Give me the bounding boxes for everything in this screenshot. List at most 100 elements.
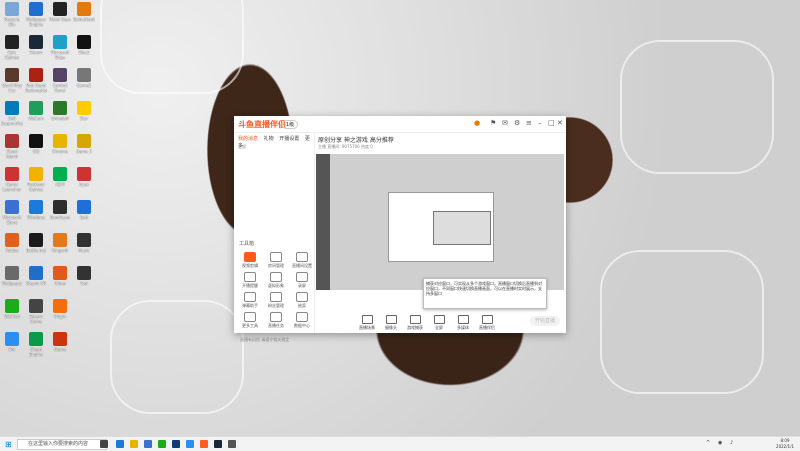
desktop-icon[interactable]: WeCom — [25, 101, 47, 129]
desktop-icon[interactable]: Black — [73, 35, 95, 63]
app-titlebar[interactable]: 斗鱼直播伴侣 1级 ● ⚑ ✉ ⚙ ≡ – □ ✕ — [234, 116, 566, 133]
toolbox-item[interactable]: 开播提醒 — [238, 272, 262, 289]
desktop-icon[interactable]: Wallpaper — [1, 266, 23, 294]
room-title[interactable]: 原创分享 神之游戏 高分推荐 — [318, 135, 394, 144]
desktop-icon[interactable]: Windows — [25, 200, 47, 228]
task-view-icon[interactable] — [100, 440, 108, 448]
desktop-icon[interactable]: Apex — [73, 167, 95, 195]
desktop-icon[interactable]: Adobe — [1, 233, 23, 261]
wechat-icon[interactable] — [158, 440, 166, 448]
desktop-icon[interactable]: Control Panel — [49, 68, 71, 96]
toolbox-item[interactable]: 直播间设置 — [290, 252, 314, 269]
desktop-icon[interactable]: Wallpaper Engine — [25, 2, 47, 30]
level-badge[interactable]: 1级 — [282, 120, 299, 129]
toolbox-item[interactable]: 粉丝管理 — [264, 292, 288, 309]
media-button[interactable]: 多媒体 — [450, 315, 476, 331]
toolbox-item[interactable]: 抽奖 — [290, 292, 314, 309]
stream-preview[interactable] — [316, 154, 564, 290]
desktop-icon[interactable]: Game2 — [73, 68, 95, 96]
fullscreen-button[interactable]: 全屏 — [426, 315, 452, 331]
desktop-icon[interactable]: BaiduNetdisk — [73, 2, 95, 30]
desktop-icon[interactable]: Music — [73, 233, 95, 261]
desktop-icon[interactable]: Game Launcher — [1, 167, 23, 195]
desktop-icon-label: Origin — [53, 314, 67, 319]
tab-gifts[interactable]: 礼物 — [264, 136, 274, 142]
app-icon — [5, 332, 19, 346]
desktop-icon[interactable]: Soft — [73, 200, 95, 228]
companion-button[interactable]: 直播伴侣 — [474, 315, 500, 331]
desktop-icon[interactable]: Uninstall — [49, 101, 71, 129]
fullscreen-label: 全屏 — [435, 325, 443, 330]
toolbox-item[interactable]: 视频剪辑 — [238, 252, 262, 269]
desktop-icon[interactable]: Tool — [73, 266, 95, 294]
mail-icon[interactable]: ✉ — [502, 119, 508, 127]
desktop-icon[interactable]: Devil May Cry — [1, 68, 23, 96]
tab-settings[interactable]: 开播设置 — [279, 136, 299, 142]
network-icon[interactable]: ◉ — [718, 440, 722, 446]
tray-arrow-icon[interactable]: ^ — [706, 440, 710, 446]
toolbox-item[interactable]: 直播任务 — [264, 312, 288, 329]
desktop-icon[interactable]: Recycle Bin — [1, 2, 23, 30]
file-explorer-icon[interactable] — [130, 440, 138, 448]
edge-icon[interactable] — [116, 440, 124, 448]
desktop-icon[interactable]: Bot — [1, 332, 23, 360]
word-icon[interactable] — [172, 440, 180, 448]
message-filter[interactable]: 全部 — [238, 144, 246, 150]
desktop-icon[interactable]: Microsoft Edge — [49, 35, 71, 63]
desktop-icon[interactable]: Star — [73, 101, 95, 129]
app-icon[interactable] — [228, 440, 236, 448]
steam-icon[interactable] — [214, 440, 222, 448]
maximize-button[interactable]: □ — [548, 119, 555, 127]
desktop-icon[interactable]: QQ — [25, 134, 47, 162]
desktop-icon[interactable]: Red Dead Redemption — [25, 68, 47, 96]
desktop-icon[interactable]: Rockstar Games — [25, 167, 47, 195]
toolbox-item[interactable]: 虚拟形象 — [264, 272, 288, 289]
settings-icon[interactable]: ⚙ — [514, 119, 520, 127]
desktop-icon[interactable]: Steam — [25, 35, 47, 63]
desktop-icon[interactable]: Video — [49, 266, 71, 294]
desktop-icon[interactable]: Chrome — [49, 134, 71, 162]
desktop-icon[interactable]: Steam Game — [25, 299, 47, 327]
tab-messages[interactable]: 我的消息 — [238, 136, 258, 142]
desktop-icon[interactable]: iQIYI — [49, 167, 71, 195]
browser-icon[interactable] — [186, 440, 194, 448]
game-capture-button[interactable]: 游戏捕获 — [402, 315, 428, 331]
toolbox-item[interactable]: 房间管理 — [264, 252, 288, 269]
minimize-button[interactable]: – — [538, 119, 542, 127]
nested-preview-window — [388, 192, 494, 262]
close-button[interactable]: ✕ — [557, 119, 563, 127]
desktop-icon[interactable]: Microsoft Store — [1, 200, 23, 228]
toolbox-item[interactable]: 弹幕助手 — [238, 292, 262, 309]
desktop-icon[interactable]: Dead Island — [1, 134, 23, 162]
menu-icon[interactable]: ≡ — [526, 119, 532, 127]
toolbox-item[interactable]: 数据中心 — [290, 312, 314, 329]
desktop-icon[interactable]: Game — [49, 332, 71, 360]
desktop-icon[interactable]: Battle.net — [25, 233, 47, 261]
avatar-icon[interactable]: ● — [474, 119, 480, 127]
desktop-icon[interactable]: Dell SupportAssist — [1, 101, 23, 129]
desktop-icon[interactable]: Steam VR — [25, 266, 47, 294]
camera-button[interactable]: 摄像头 — [378, 315, 404, 331]
toolbox-item[interactable]: 录屏 — [290, 272, 314, 289]
desktop-icon[interactable]: Kingsoft — [49, 233, 71, 261]
toolbox-item[interactable]: 更多工具 — [238, 312, 262, 329]
douyu-icon[interactable] — [200, 440, 208, 448]
taskbar-search-input[interactable]: 在这里输入你要搜索的内容 — [17, 439, 107, 450]
gift-icon[interactable]: ⚑ — [490, 119, 496, 127]
app-icon — [53, 200, 67, 214]
taskbar-clock[interactable]: 8:09 2022/1/1 — [776, 438, 794, 450]
windows-start-icon[interactable]: ⊞ — [5, 440, 12, 449]
desktop-icon[interactable]: Game 3 — [73, 134, 95, 162]
app-icon — [5, 68, 19, 82]
desktop-icon[interactable]: Cheat Engine — [25, 332, 47, 360]
desktop-icon[interactable]: Metal Gear — [49, 2, 71, 30]
desktop-icon[interactable]: Epic Games Launcher — [1, 35, 23, 63]
go-live-button[interactable]: 开始直播 — [530, 316, 560, 326]
desktop-icon-label: Soft — [80, 215, 88, 220]
volume-icon[interactable]: ♪ — [730, 440, 733, 446]
desktop-icon[interactable]: WeChat — [1, 299, 23, 327]
scene-button[interactable]: 直播场景 — [354, 315, 380, 331]
store-icon[interactable] — [144, 440, 152, 448]
desktop-icon[interactable]: Origin — [49, 299, 71, 327]
desktop-icon[interactable]: Bandicam — [49, 200, 71, 228]
